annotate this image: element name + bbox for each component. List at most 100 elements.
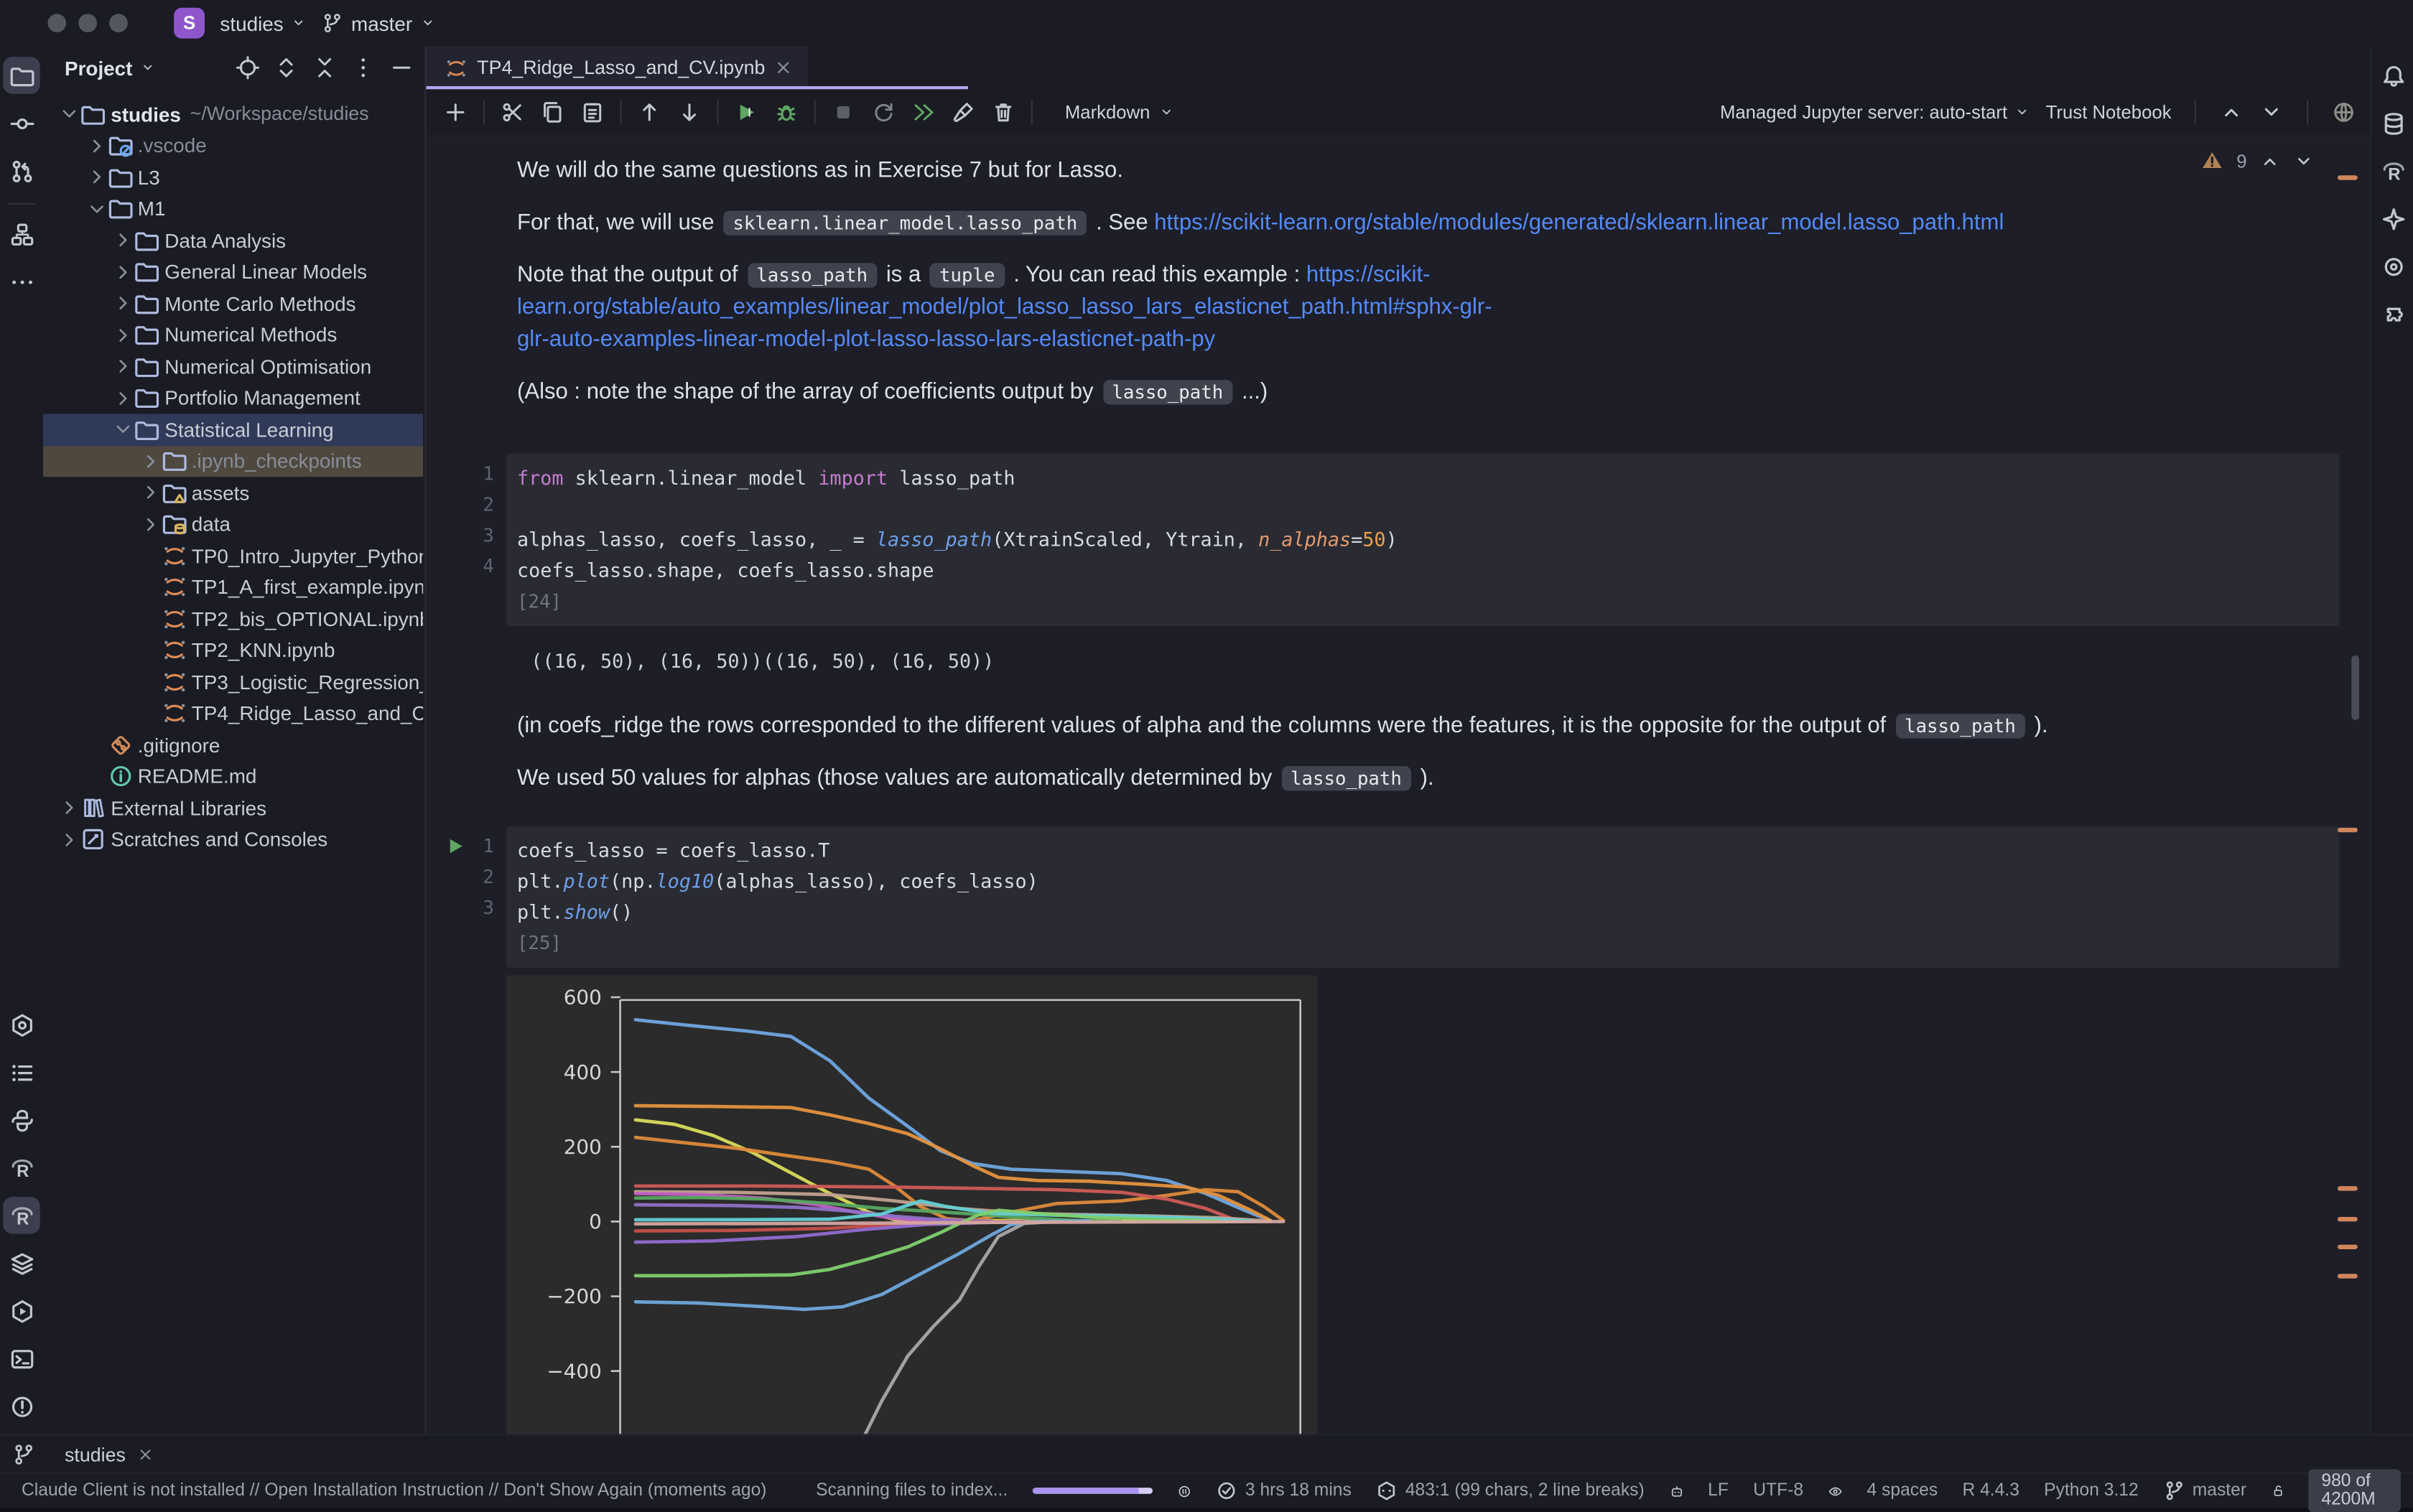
chevron-right-icon[interactable] xyxy=(58,829,80,850)
trust-notebook-button[interactable]: Trust Notebook xyxy=(2046,101,2172,123)
markdown-cell[interactable]: (in coefs_ridge the rows corresponded to… xyxy=(517,711,2333,743)
markdown-cell[interactable]: For that, we will use sklearn.linear_mod… xyxy=(517,207,2333,240)
add-cell-button[interactable] xyxy=(435,94,475,131)
chevron-right-icon[interactable] xyxy=(139,513,161,535)
r-interpreter-widget[interactable]: R 4.4.3 xyxy=(1962,1482,2019,1501)
tree-item-studies[interactable]: studies~/Workspace/studies xyxy=(43,98,423,130)
ai-status-icon[interactable] xyxy=(1669,1479,1683,1502)
tree-item-m1[interactable]: M1 xyxy=(43,193,423,225)
tree-item-numerical-methods[interactable]: Numerical Methods xyxy=(43,319,423,351)
branch-switcher[interactable]: master xyxy=(322,11,435,34)
run-all-button[interactable] xyxy=(903,94,944,131)
chevron-right-icon[interactable] xyxy=(139,482,161,503)
chevron-right-icon[interactable] xyxy=(139,450,161,472)
tree-item-assets[interactable]: assets xyxy=(43,477,423,508)
layers-tool-icon[interactable] xyxy=(3,1245,39,1282)
chevron-down-icon[interactable] xyxy=(85,198,107,220)
scrollbar-warning-mark[interactable] xyxy=(2338,1245,2358,1249)
tab-notebook[interactable]: TP4_Ridge_Lasso_and_CV.ipynb xyxy=(427,46,809,89)
locate-file-icon[interactable] xyxy=(236,55,260,80)
delete-cell-button[interactable] xyxy=(983,94,1023,131)
more-tools-icon[interactable] xyxy=(3,263,39,299)
tree-item-tp4-ridge-lasso-and-cv-ip[interactable]: TP4_Ridge_Lasso_and_CV.ip xyxy=(43,698,423,729)
tree-item-monte-carlo-methods[interactable]: Monte Carlo Methods xyxy=(43,288,423,319)
python-console-tool-icon[interactable] xyxy=(3,1101,39,1138)
code-cell[interactable]: 1from sklearn.linear_model import lasso_… xyxy=(506,454,2339,626)
r-tools-tool-icon[interactable]: R xyxy=(3,1197,39,1233)
chevron-right-icon[interactable] xyxy=(112,230,134,251)
tree-item-data[interactable]: data xyxy=(43,508,423,540)
chevron-right-icon[interactable] xyxy=(112,387,134,409)
prev-warning-icon[interactable] xyxy=(2259,150,2281,172)
terminal-tool-icon[interactable] xyxy=(3,1340,39,1376)
chevron-right-icon[interactable] xyxy=(112,325,134,346)
services-tool-icon[interactable] xyxy=(3,1292,39,1329)
tree-item-tp3-logistic-regression-an[interactable]: TP3_Logistic_Regression_an xyxy=(43,666,423,698)
todo-tool-icon[interactable] xyxy=(3,1054,39,1091)
tree-item-tp2-knn-ipynb[interactable]: TP2_KNN.ipynb xyxy=(43,635,423,666)
debug-cell-button[interactable] xyxy=(766,94,806,131)
tree-item-statistical-learning[interactable]: Statistical Learning xyxy=(43,414,423,445)
scrollbar-warning-mark[interactable] xyxy=(2338,1217,2358,1221)
close-tab-icon[interactable] xyxy=(774,58,793,77)
chevron-right-icon[interactable] xyxy=(112,356,134,378)
run-cell-gutter-icon[interactable] xyxy=(445,836,466,857)
pause-indexing-icon[interactable] xyxy=(1177,1479,1191,1502)
hide-panel-icon[interactable] xyxy=(389,55,414,80)
hyperlink[interactable]: https://scikit-learn.org/stable/modules/… xyxy=(1154,211,2004,235)
ai-hexagon-tool-icon[interactable] xyxy=(3,1006,39,1042)
cut-cell-button[interactable] xyxy=(493,94,533,131)
line-separator-widget[interactable]: LF xyxy=(1708,1482,1729,1501)
scrollbar-warning-mark[interactable] xyxy=(2338,1186,2358,1190)
inspection-widget[interactable]: 9 xyxy=(2201,149,2315,172)
git-tab-studies[interactable]: studies xyxy=(65,1444,153,1465)
structure-tool-icon[interactable] xyxy=(3,215,39,252)
tree-item-portfolio-management[interactable]: Portfolio Management xyxy=(43,383,423,414)
hyperlink[interactable]: glr-auto-examples-linear-model-plot-lass… xyxy=(517,327,1215,352)
scrollbar-warning-mark[interactable] xyxy=(2338,828,2358,832)
git-branch-widget[interactable]: master xyxy=(2163,1480,2246,1501)
tree-item-tp2-bis-optional-ipynb[interactable]: TP2_bis_OPTIONAL.ipynb xyxy=(43,603,423,635)
markdown-cell[interactable]: Note that the output of lasso_path is a … xyxy=(517,260,2333,357)
markdown-cell[interactable]: We used 50 values for alphas (those valu… xyxy=(517,763,2333,795)
indent-widget[interactable]: 4 spaces xyxy=(1867,1482,1938,1501)
run-cell-button[interactable] xyxy=(726,94,766,131)
chevron-down-icon[interactable] xyxy=(112,419,134,440)
tree-item-l3[interactable]: L3 xyxy=(43,162,423,193)
restart-kernel-button[interactable] xyxy=(863,94,903,131)
project-tool-icon[interactable] xyxy=(3,57,39,93)
tree-item-data-analysis[interactable]: Data Analysis xyxy=(43,225,423,256)
commit-tool-icon[interactable] xyxy=(3,105,39,141)
clear-outputs-button[interactable] xyxy=(944,94,984,131)
plugins-tool-icon[interactable] xyxy=(2374,295,2411,332)
python-interpreter-widget[interactable]: Python 3.12 xyxy=(2044,1482,2139,1501)
tree-item-general-linear-models[interactable]: General Linear Models xyxy=(43,256,423,288)
tree-item-tp0-intro-jupyter-python-ip[interactable]: TP0_Intro_Jupyter_Python.ip xyxy=(43,540,423,571)
window-minimize-button[interactable] xyxy=(78,14,97,32)
r-language-tool-icon[interactable]: R xyxy=(2374,152,2411,189)
r-console-tool-icon[interactable]: R xyxy=(3,1149,39,1186)
chevron-right-icon[interactable] xyxy=(85,135,107,157)
chevron-right-icon[interactable] xyxy=(58,798,80,819)
scrollbar-warning-mark[interactable] xyxy=(2338,1274,2358,1278)
git-tool-icon[interactable] xyxy=(12,1443,35,1466)
highlighting-level-icon[interactable] xyxy=(1828,1479,1842,1502)
chevron-right-icon[interactable] xyxy=(85,167,107,188)
project-switcher[interactable]: studies xyxy=(220,11,306,34)
markdown-cell[interactable]: (Also : note the shape of the array of c… xyxy=(517,377,2333,409)
collapse-all-icon[interactable] xyxy=(312,55,337,80)
window-close-button[interactable] xyxy=(47,14,66,32)
paste-cell-button[interactable] xyxy=(572,94,613,131)
expand-all-icon[interactable] xyxy=(274,55,298,80)
tree-item-ipynb-checkpoints[interactable]: .ipynb_checkpoints xyxy=(43,445,423,477)
code-cell[interactable]: 1coefs_lasso = coefs_lasso.T2plt.plot(np… xyxy=(506,826,2339,968)
markdown-cell[interactable]: We will do the same questions as in Exer… xyxy=(517,155,2333,187)
globe-icon[interactable] xyxy=(2331,100,2356,124)
notifications-icon[interactable] xyxy=(2374,57,2411,93)
project-view-selector[interactable]: Project xyxy=(65,56,156,79)
chevron-right-icon[interactable] xyxy=(112,293,134,314)
move-cell-up-button[interactable] xyxy=(629,94,669,131)
tree-item-scratches-and-consoles[interactable]: Scratches and Consoles xyxy=(43,824,423,856)
close-icon[interactable] xyxy=(136,1446,154,1463)
tree-item-tp1-a-first-example-ipynb[interactable]: TP1_A_first_example.ipynb xyxy=(43,571,423,603)
